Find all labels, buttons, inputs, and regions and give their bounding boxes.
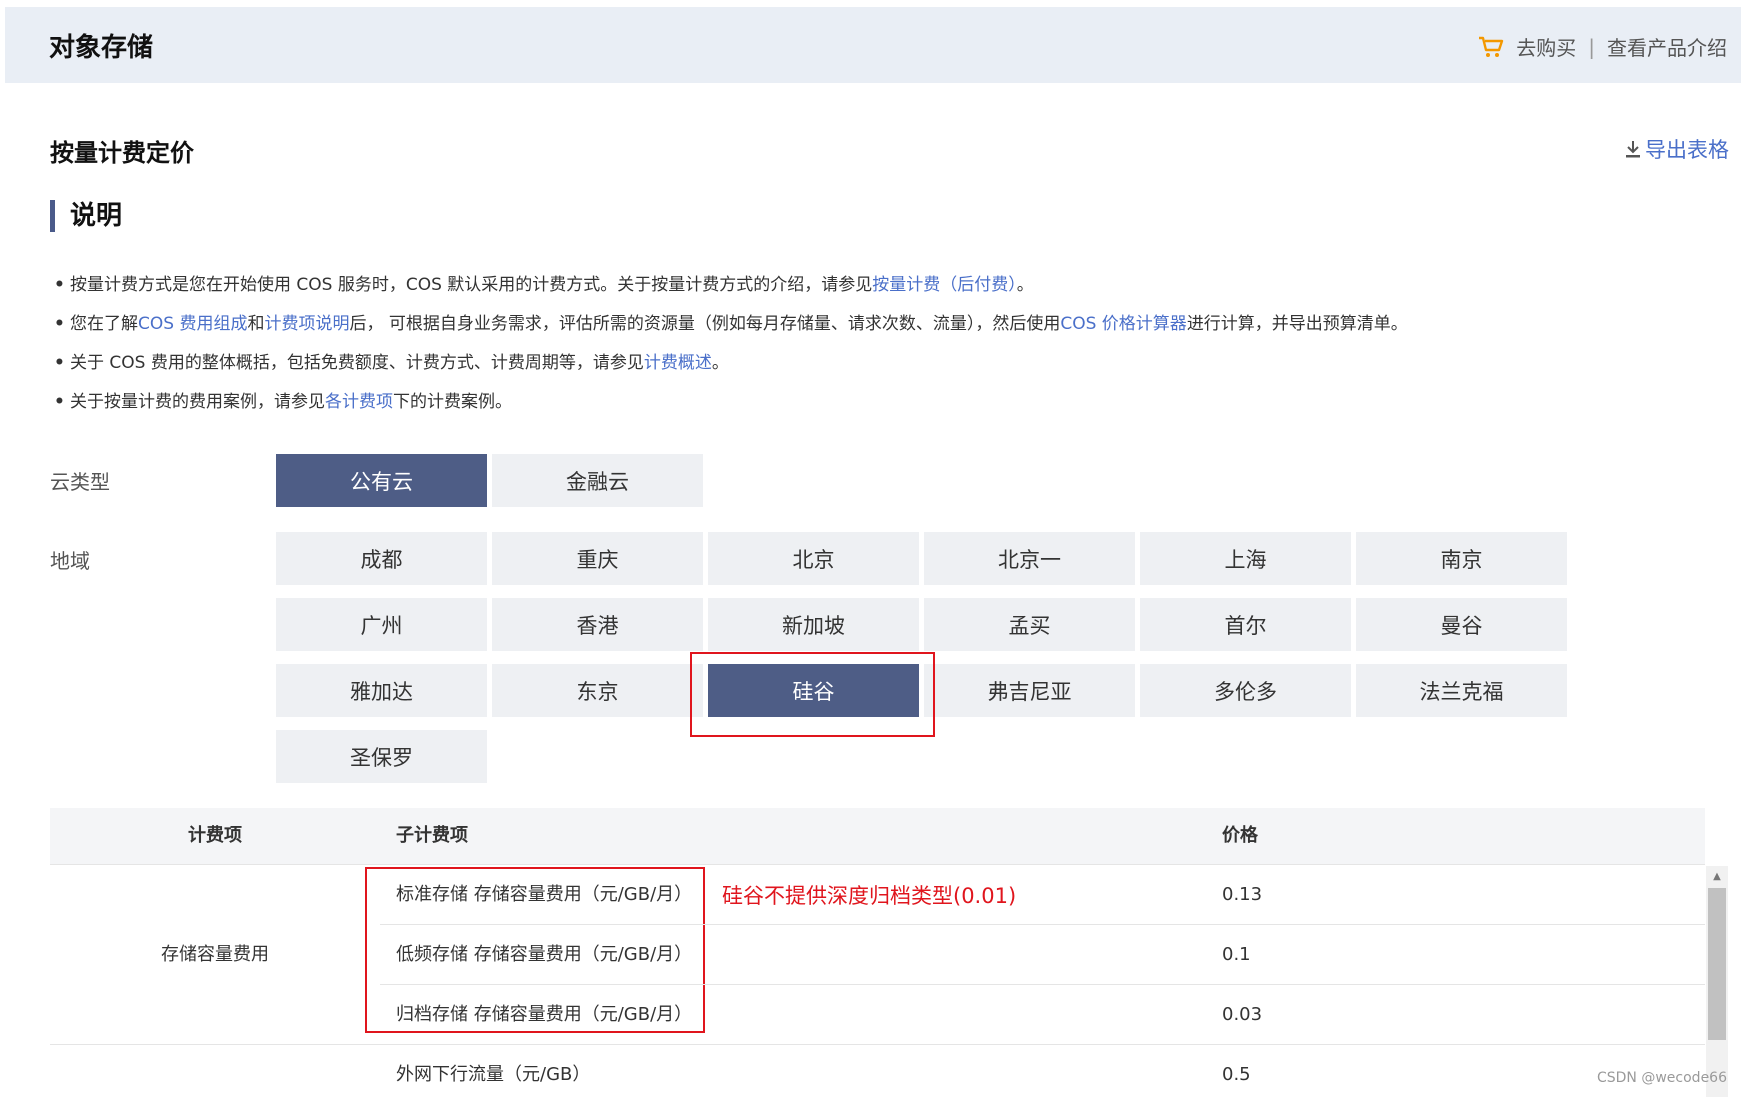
sub-item-cell: 归档存储 存储容量费用（元/GB/月） (396, 1004, 693, 1025)
region-option[interactable]: 北京一 (924, 532, 1135, 585)
note-link[interactable]: 计费概述 (644, 353, 712, 373)
pricing-table-header: 计费项 子计费项 价格 (50, 808, 1705, 864)
region-label: 地域 (50, 549, 90, 573)
sub-item-cell: 低频存储 存储容量费用（元/GB/月） (396, 944, 693, 965)
note-text: 和 (247, 314, 265, 334)
sub-item-cell: 标准存储 存储容量费用（元/GB/月） (396, 884, 693, 905)
region-option[interactable]: 成都 (276, 532, 487, 585)
price-cell: 0.5 (1222, 1064, 1251, 1085)
price-cell: 0.13 (1222, 884, 1263, 905)
region-option[interactable]: 法兰克福 (1356, 664, 1567, 717)
page-title: 按量计费定价 (50, 139, 194, 167)
sub-item-cell: 外网下行流量（元/GB） (396, 1064, 591, 1085)
region-option[interactable]: 圣保罗 (276, 730, 487, 783)
export-table-button[interactable]: 导出表格 (1625, 134, 1729, 164)
note-text: 您在了解 (70, 314, 138, 334)
pricing-table-body: 标准存储 存储容量费用（元/GB/月） 0.13 低频存储 存储容量费用（元/GB/… (50, 864, 1705, 1098)
cloud-type-option[interactable]: 金融云 (492, 454, 703, 507)
note-item: • 关于 COS 费用的整体概括，包括免费额度、计费方式、计费周期等，请参见计费概… (54, 348, 1408, 387)
group-divider (50, 1044, 1705, 1045)
watermark: CSDN @wecode66 (1596, 1070, 1727, 1086)
region-option[interactable]: 新加坡 (708, 598, 919, 651)
header-sub-item: 子计费项 (396, 825, 468, 846)
billing-item-link[interactable]: 存储容量费用 (50, 925, 380, 985)
cloud-type-label: 云类型 (50, 470, 110, 494)
note-link[interactable]: 按量计费（后付费） (872, 275, 1017, 295)
region-option[interactable]: 首尔 (1140, 598, 1351, 651)
top-bar: 对象存储 去购买 | 查看产品介绍 (5, 7, 1741, 83)
scroll-up-arrow-icon[interactable]: ▲ (1706, 866, 1728, 886)
note-link[interactable]: COS 价格计算器 (1060, 314, 1186, 334)
region-option[interactable]: 多伦多 (1140, 664, 1351, 717)
note-text: 下的计费案例。 (393, 392, 512, 412)
note-text: 关于 COS 费用的整体概括，包括免费额度、计费方式、计费周期等，请参见 (70, 353, 644, 373)
cart-icon[interactable] (1478, 35, 1504, 59)
region-option[interactable]: 曼谷 (1356, 598, 1567, 651)
note-text: 。 (711, 353, 729, 373)
region-option[interactable]: 香港 (492, 598, 703, 651)
buy-link[interactable]: 去购买 (1516, 32, 1576, 61)
note-text: 按量计费方式是您在开始使用 COS 服务时，COS 默认采用的计费方式。关于按量… (70, 275, 873, 295)
region-option[interactable]: 硅谷 (708, 664, 919, 717)
note-link[interactable]: 各计费项 (325, 392, 393, 412)
export-label: 导出表格 (1645, 138, 1729, 162)
bullet: • (54, 314, 65, 334)
region-option[interactable]: 东京 (492, 664, 703, 717)
top-actions: 去购买 | 查看产品介绍 (1478, 32, 1727, 61)
price-cell: 0.1 (1222, 944, 1251, 965)
separator: | (1588, 34, 1595, 59)
region-option[interactable]: 孟买 (924, 598, 1135, 651)
scrollbar[interactable]: ▲ (1706, 866, 1728, 1097)
region-option[interactable]: 上海 (1140, 532, 1351, 585)
header-item: 计费项 (188, 825, 242, 846)
download-icon (1626, 141, 1640, 158)
note-item: • 关于按量计费的费用案例，请参见各计费项下的计费案例。 (54, 387, 1408, 426)
header-price: 价格 (1222, 825, 1258, 846)
bullet: • (54, 275, 65, 295)
region-option[interactable]: 南京 (1356, 532, 1567, 585)
product-intro-link[interactable]: 查看产品介绍 (1607, 32, 1727, 61)
note-link[interactable]: 计费项说明 (264, 314, 349, 334)
description-notes: • 按量计费方式是您在开始使用 COS 服务时，COS 默认采用的计费方式。关于按… (54, 270, 1408, 426)
price-cell: 0.03 (1222, 1004, 1263, 1025)
app-title: 对象存储 (49, 33, 154, 63)
region-option[interactable]: 广州 (276, 598, 487, 651)
bullet: • (54, 392, 65, 412)
note-link[interactable]: COS 费用组成 (138, 314, 247, 334)
region-option[interactable]: 重庆 (492, 532, 703, 585)
description-heading: 说明 (50, 200, 122, 232)
region-option[interactable]: 雅加达 (276, 664, 487, 717)
region-option[interactable]: 弗吉尼亚 (924, 664, 1135, 717)
note-text: 进行计算，并导出预算清单。 (1186, 314, 1408, 334)
cloud-type-option[interactable]: 公有云 (276, 454, 487, 507)
note-item: • 您在了解COS 费用组成和计费项说明后， 可根据自身业务需求，评估所需的资源量… (54, 309, 1408, 348)
bullet: • (54, 353, 65, 373)
note-text: 关于按量计费的费用案例，请参见 (70, 392, 325, 412)
note-item: • 按量计费方式是您在开始使用 COS 服务时，COS 默认采用的计费方式。关于按… (54, 270, 1408, 309)
scroll-thumb[interactable] (1708, 888, 1726, 1040)
note-text: 后， 可根据自身业务需求，评估所需的资源量（例如每月存储量、请求次数、流量），然… (349, 314, 1061, 334)
region-option[interactable]: 北京 (708, 532, 919, 585)
note-text: 。 (1016, 275, 1034, 295)
